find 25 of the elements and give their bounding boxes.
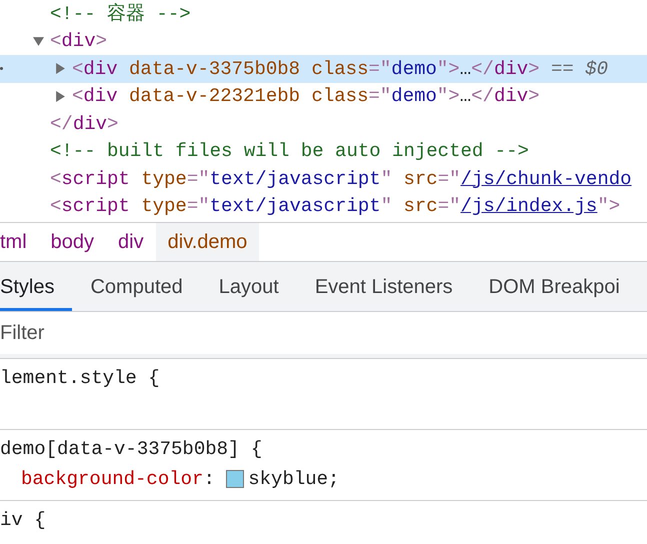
color-swatch[interactable]	[226, 470, 244, 488]
css-selector: iv {	[0, 508, 46, 533]
code-line[interactable]: <div>	[50, 27, 108, 56]
panel-tab[interactable]: Layout	[200, 262, 297, 311]
collapse-triangle-icon[interactable]	[33, 36, 44, 47]
panel-tab[interactable]: DOM Breakpoi	[470, 262, 638, 311]
code-line[interactable]: <!-- 容器 -->	[50, 0, 191, 28]
css-selector: lement.style {	[0, 366, 160, 391]
css-property-name: background-color	[21, 466, 204, 492]
expand-triangle-icon[interactable]	[55, 90, 66, 102]
colon-text: :	[203, 466, 215, 492]
breadcrumb-item[interactable]: div.demo	[156, 223, 260, 261]
code-line[interactable]: <script type="text/javascript" src="/js/index.js">	[50, 192, 620, 220]
css-property-value: skyblue;	[248, 466, 340, 492]
panel-tab[interactable]: Event Listeners	[296, 262, 471, 311]
css-selector: demo[data-v-3375b0b8] {	[0, 436, 262, 462]
expand-triangle-icon[interactable]	[55, 63, 66, 74]
breadcrumb-item[interactable]: body	[38, 223, 106, 261]
panel-tab[interactable]: Computed	[72, 262, 201, 311]
breadcrumb-item[interactable]: div	[106, 223, 156, 261]
breadcrumb-item[interactable]: tml	[0, 223, 39, 261]
code-line[interactable]: </div>	[50, 110, 118, 138]
code-line[interactable]: <script type="text/javascript" src="/js/chunk-vendo	[50, 164, 632, 193]
code-line[interactable]: <!-- built files will be auto injected -->	[50, 137, 529, 166]
code-line[interactable]: <div data-v-22321ebb class="demo">…</div>	[72, 82, 540, 110]
